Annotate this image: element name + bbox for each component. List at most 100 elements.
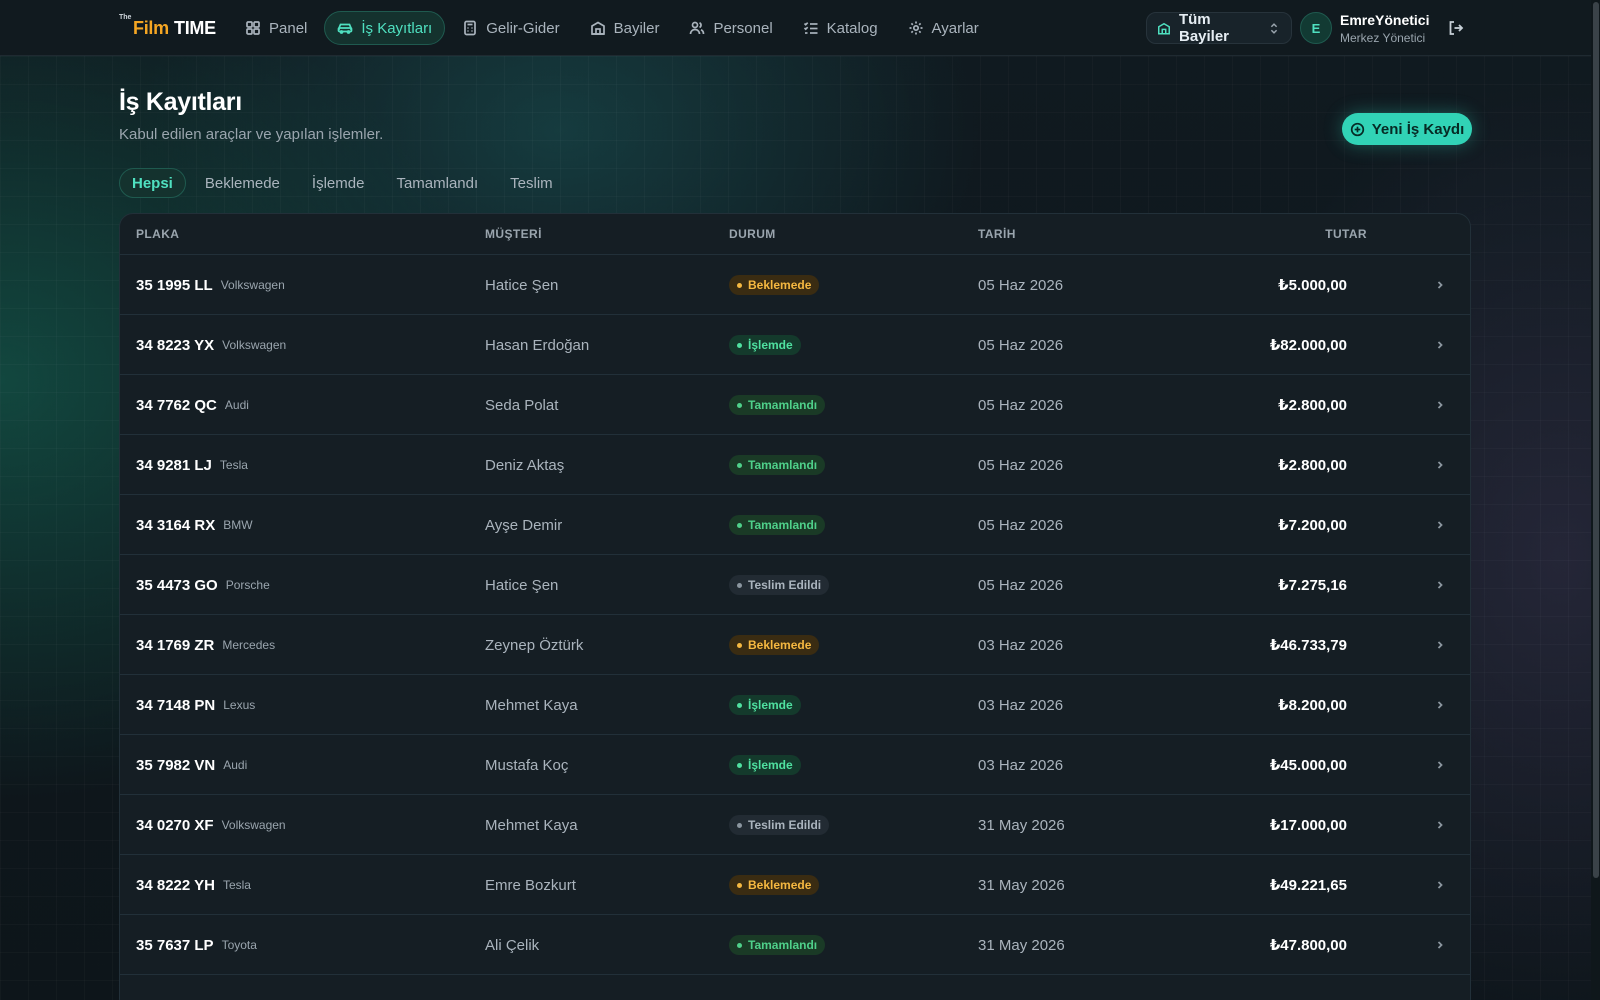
row-open-button[interactable] bbox=[1434, 495, 1446, 555]
users-icon bbox=[690, 21, 705, 35]
vehicle-brand: Mercedes bbox=[222, 638, 276, 652]
dealer-select[interactable]: Tüm Bayiler bbox=[1146, 11, 1292, 45]
nav-item-ayarlar[interactable]: Ayarlar bbox=[895, 11, 992, 45]
cell-plate: 34 7148 PN Lexus bbox=[136, 675, 255, 735]
status-label: Beklemede bbox=[748, 638, 812, 652]
cell-customer: Ali Çelik bbox=[485, 936, 540, 954]
table-row[interactable]: 34 1769 ZR Mercedes Zeynep Öztürk Beklemede… bbox=[120, 615, 1470, 675]
row-open-button[interactable] bbox=[1434, 675, 1446, 735]
nav-label: İş Kayıtları bbox=[361, 19, 433, 37]
status-dot bbox=[737, 942, 742, 948]
column-header-date[interactable]: TARİH bbox=[978, 227, 1016, 241]
cell-status: Tamamlandı bbox=[729, 375, 826, 435]
column-header-status[interactable]: DURUM bbox=[729, 227, 776, 241]
nav-label: Personel bbox=[713, 19, 773, 37]
plate-number: 35 7637 LP bbox=[136, 936, 214, 954]
main-nav: Panel İş Kayıtları Gelir-Gider Bayiler P… bbox=[232, 11, 992, 45]
status-dot bbox=[737, 642, 742, 648]
jobs-table: PLAKA MÜŞTERİ DURUM TARİH TUTAR 35 1995 … bbox=[119, 213, 1471, 1000]
building-icon bbox=[1158, 22, 1170, 34]
cell-amount: ₺2.800,00 bbox=[1278, 457, 1347, 474]
cell-amount: ₺17.000,00 bbox=[1269, 817, 1347, 834]
cell-plate: 35 7637 LP Toyota bbox=[136, 915, 257, 975]
table-row[interactable]: 35 7637 LP Toyota Ali Çelik Tamamlandı 31 Ma… bbox=[120, 915, 1470, 975]
status-label: Tamamlandı bbox=[748, 398, 818, 412]
cell-date: 05 Haz 2026 bbox=[978, 336, 1064, 354]
cell-date: 05 Haz 2026 bbox=[978, 576, 1064, 594]
column-header-amount[interactable]: TUTAR bbox=[1325, 227, 1367, 241]
row-open-button[interactable] bbox=[1434, 915, 1446, 975]
table-row[interactable]: 34 7148 PN Lexus Mehmet Kaya İşlemde 03 Haz … bbox=[120, 675, 1470, 735]
cell-customer: Seda Polat bbox=[485, 396, 559, 414]
nav-item-bayiler[interactable]: Bayiler bbox=[577, 11, 673, 45]
status-label: Tamamlandı bbox=[748, 938, 818, 952]
new-job-button[interactable]: Yeni İş Kaydı bbox=[1342, 113, 1472, 145]
tab-tamamlandi[interactable]: Tamamlandı bbox=[383, 168, 491, 198]
row-open-button[interactable] bbox=[1434, 375, 1446, 435]
row-open-button[interactable] bbox=[1434, 255, 1446, 315]
row-open-button[interactable] bbox=[1434, 615, 1446, 675]
plate-number: 34 9281 LJ bbox=[136, 456, 212, 474]
cell-amount: ₺5.000,00 bbox=[1278, 277, 1347, 294]
status-badge: Tamamlandı bbox=[729, 935, 826, 955]
table-row[interactable]: 35 7982 VN Audi Mustafa Koç İşlemde 03 Haz 2… bbox=[120, 735, 1470, 795]
top-navbar: The Film TIME Panel İş Kayıtları Gelir-G… bbox=[0, 0, 1600, 56]
table-row[interactable]: 34 7762 QC Audi Seda Polat Tamamlandı 05 Haz… bbox=[120, 375, 1470, 435]
cell-date: 05 Haz 2026 bbox=[978, 456, 1064, 474]
tab-teslim[interactable]: Teslim bbox=[497, 168, 566, 198]
table-row[interactable]: 34 8223 YX Volkswagen Hasan Erdoğan İşlemde… bbox=[120, 315, 1470, 375]
table-row[interactable]: 35 4473 GO Porsche Hatice Şen Teslim Edildi… bbox=[120, 555, 1470, 615]
row-open-button[interactable] bbox=[1434, 555, 1446, 615]
status-label: Beklemede bbox=[748, 278, 812, 292]
plate-number: 34 8222 YH bbox=[136, 876, 215, 894]
cell-plate: 34 9281 LJ Tesla bbox=[136, 435, 248, 495]
row-open-button[interactable] bbox=[1434, 855, 1446, 915]
cell-plate: 35 7982 VN Audi bbox=[136, 735, 247, 795]
vehicle-brand: Audi bbox=[224, 398, 249, 412]
grid-icon bbox=[246, 21, 260, 35]
chevron-right-icon bbox=[1437, 941, 1443, 949]
row-open-button[interactable] bbox=[1434, 435, 1446, 495]
nav-item-katalog[interactable]: Katalog bbox=[790, 11, 891, 45]
cell-amount: ₺7.275,16 bbox=[1278, 577, 1347, 594]
nav-item-is-kayitlari[interactable]: İş Kayıtları bbox=[324, 11, 446, 45]
table-row[interactable]: 34 9281 LJ Tesla Deniz Aktaş Tamamlandı 05 H… bbox=[120, 435, 1470, 495]
plate-number: 34 0270 XF bbox=[136, 816, 214, 834]
status-filter-tabs: Hepsi Beklemede İşlemde Tamamlandı Tesli… bbox=[119, 168, 566, 198]
logo-time: TIME bbox=[174, 18, 216, 38]
cell-date: 31 May 2026 bbox=[978, 816, 1065, 834]
plate-number: 34 7148 PN bbox=[136, 696, 216, 714]
tab-beklemede[interactable]: Beklemede bbox=[192, 168, 293, 198]
tab-hepsi[interactable]: Hepsi bbox=[119, 168, 186, 198]
chevron-right-icon bbox=[1437, 461, 1443, 469]
cell-customer: Hatice Şen bbox=[485, 576, 559, 594]
table-row[interactable]: 35 1995 LL Volkswagen Hatice Şen Beklemede 0… bbox=[120, 255, 1470, 315]
status-label: Tamamlandı bbox=[748, 518, 818, 532]
tab-islemde[interactable]: İşlemde bbox=[299, 168, 378, 198]
status-label: İşlemde bbox=[748, 698, 793, 712]
avatar[interactable]: E bbox=[1300, 12, 1332, 44]
page-scrollbar[interactable] bbox=[1591, 0, 1600, 1000]
cell-status: Beklemede bbox=[729, 615, 820, 675]
chevron-right-icon bbox=[1437, 821, 1443, 829]
cell-plate: 34 3164 RX BMW bbox=[136, 495, 253, 555]
scrollbar-thumb[interactable] bbox=[1593, 2, 1599, 878]
column-header-customer[interactable]: MÜŞTERİ bbox=[485, 227, 542, 241]
logout-button[interactable] bbox=[1447, 19, 1465, 37]
cell-status: Tamamlandı bbox=[729, 915, 826, 975]
nav-item-gelir-gider[interactable]: Gelir-Gider bbox=[449, 11, 572, 45]
row-open-button[interactable] bbox=[1434, 315, 1446, 375]
vehicle-brand: Tesla bbox=[219, 458, 248, 472]
column-header-plate[interactable]: PLAKA bbox=[136, 227, 179, 241]
row-open-button[interactable] bbox=[1434, 795, 1446, 855]
nav-item-personel[interactable]: Personel bbox=[676, 11, 785, 45]
table-row[interactable]: 34 3164 RX BMW Ayşe Demir Tamamlandı 05 Haz … bbox=[120, 495, 1470, 555]
row-open-button[interactable] bbox=[1434, 735, 1446, 795]
cell-amount: ₺82.000,00 bbox=[1269, 337, 1347, 354]
nav-item-panel[interactable]: Panel bbox=[232, 11, 320, 45]
table-row[interactable]: 34 0270 XF Volkswagen Mehmet Kaya Teslim Ed… bbox=[120, 795, 1470, 855]
cell-amount: ₺7.200,00 bbox=[1278, 517, 1347, 534]
page-subtitle: Kabul edilen araçlar ve yapılan işlemler… bbox=[119, 126, 384, 143]
cell-customer: Ayşe Demir bbox=[485, 516, 563, 534]
table-row[interactable]: 34 8222 YH Tesla Emre Bozkurt Beklemede 31 M… bbox=[120, 855, 1470, 915]
